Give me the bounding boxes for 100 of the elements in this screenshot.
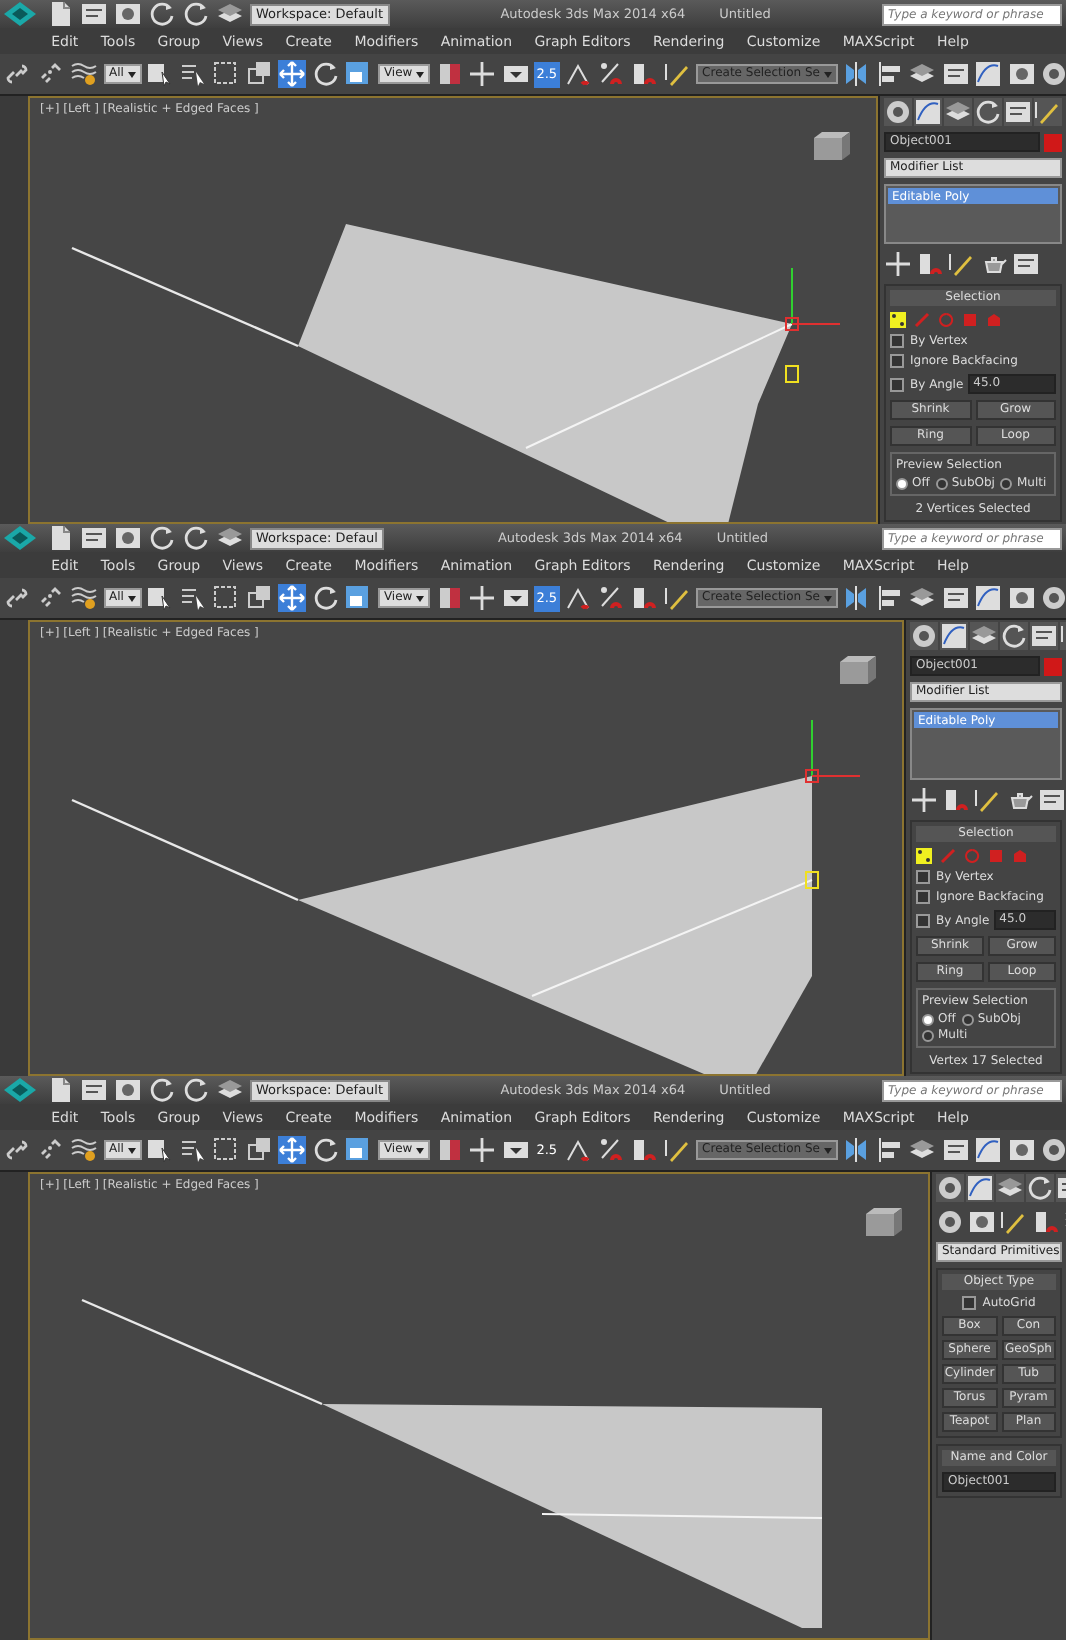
render-setup-icon[interactable] xyxy=(1040,60,1066,88)
align-icon[interactable] xyxy=(875,584,904,612)
spinner-snap-icon[interactable] xyxy=(630,1136,659,1164)
material-editor-icon[interactable] xyxy=(1007,1136,1036,1164)
unlink-icon[interactable] xyxy=(37,1136,65,1164)
link-icon[interactable] xyxy=(4,584,32,612)
project-folder-icon[interactable] xyxy=(216,1076,244,1104)
select-by-name-icon[interactable] xyxy=(179,60,208,88)
project-folder-icon[interactable] xyxy=(216,0,244,28)
rotate-icon[interactable] xyxy=(311,1136,340,1164)
open-file-icon[interactable] xyxy=(80,524,108,552)
edit-named-selection-icon[interactable] xyxy=(663,1136,692,1164)
percent-snap-icon[interactable] xyxy=(597,1136,626,1164)
selected-vertex-marker[interactable] xyxy=(785,365,799,383)
hierarchy-tab-icon[interactable] xyxy=(996,1174,1024,1202)
app-logo-icon[interactable] xyxy=(0,1076,40,1104)
save-icon[interactable] xyxy=(114,524,142,552)
utilities-tab-icon[interactable] xyxy=(1034,98,1062,126)
align-icon[interactable] xyxy=(875,60,904,88)
curve-editor-icon[interactable] xyxy=(974,584,1003,612)
pin-stack-icon[interactable] xyxy=(910,786,938,814)
edit-named-selection-icon[interactable] xyxy=(663,584,692,612)
pin-stack-icon[interactable] xyxy=(884,250,912,278)
rotate-icon[interactable] xyxy=(311,584,340,612)
configure-sets-icon[interactable] xyxy=(1012,250,1040,278)
line-edge[interactable] xyxy=(71,246,299,348)
edit-named-selection-icon[interactable] xyxy=(663,60,692,88)
curve-editor-icon[interactable] xyxy=(974,1136,1003,1164)
undo-icon[interactable] xyxy=(148,1076,176,1104)
make-unique-icon[interactable] xyxy=(948,250,976,278)
material-editor-icon[interactable] xyxy=(1007,584,1036,612)
angle-snap-icon[interactable] xyxy=(564,584,593,612)
move-icon[interactable] xyxy=(278,60,307,88)
select-by-name-icon[interactable] xyxy=(179,584,208,612)
line-edge[interactable] xyxy=(71,798,299,902)
modify-tab-icon[interactable] xyxy=(940,622,968,650)
percent-snap-icon[interactable] xyxy=(597,584,626,612)
open-file-icon[interactable] xyxy=(80,1076,108,1104)
select-object-icon[interactable] xyxy=(146,1136,175,1164)
material-editor-icon[interactable] xyxy=(1007,60,1036,88)
geometry-icon[interactable] xyxy=(936,1208,964,1236)
motion-tab-icon[interactable] xyxy=(974,98,1002,126)
bind-space-warp-icon[interactable] xyxy=(70,1136,98,1164)
scale-icon[interactable] xyxy=(344,1136,373,1164)
layer-icon[interactable] xyxy=(908,60,937,88)
pivot-center-icon[interactable] xyxy=(435,60,464,88)
curve-editor-icon[interactable] xyxy=(974,60,1003,88)
view-cube-icon[interactable] xyxy=(860,1206,904,1242)
object-color-swatch[interactable] xyxy=(1044,657,1062,675)
select-object-icon[interactable] xyxy=(146,584,175,612)
link-icon[interactable] xyxy=(4,1136,32,1164)
link-icon[interactable] xyxy=(4,60,32,88)
hierarchy-tab-icon[interactable] xyxy=(970,622,998,650)
rectangle-selection-icon[interactable] xyxy=(212,60,241,88)
unlink-icon[interactable] xyxy=(37,60,65,88)
app-logo-icon[interactable] xyxy=(0,0,40,28)
rotate-icon[interactable] xyxy=(311,60,340,88)
motion-tab-icon[interactable] xyxy=(1000,622,1028,650)
new-file-icon[interactable] xyxy=(46,0,74,28)
display-tab-icon[interactable] xyxy=(1004,98,1032,126)
move-icon[interactable] xyxy=(278,1136,307,1164)
mirror-icon[interactable] xyxy=(842,584,871,612)
manipulate-icon[interactable] xyxy=(468,584,497,612)
layer-icon[interactable] xyxy=(908,584,937,612)
scale-icon[interactable] xyxy=(344,584,373,612)
bind-space-warp-icon[interactable] xyxy=(70,584,98,612)
object-color-swatch[interactable] xyxy=(1044,133,1062,151)
hierarchy-tab-icon[interactable] xyxy=(944,98,972,126)
unlink-icon[interactable] xyxy=(37,584,65,612)
keyboard-shortcut-icon[interactable] xyxy=(501,1136,530,1164)
rectangle-selection-icon[interactable] xyxy=(212,1136,241,1164)
plane-mesh[interactable] xyxy=(322,1404,822,1628)
display-tab-icon[interactable] xyxy=(1030,622,1058,650)
lights-icon[interactable] xyxy=(1000,1208,1028,1236)
render-setup-icon[interactable] xyxy=(1040,584,1066,612)
modify-tab-icon[interactable] xyxy=(914,98,942,126)
window-crossing-icon[interactable] xyxy=(245,60,274,88)
spinner-snap-icon[interactable] xyxy=(630,584,659,612)
scene-explorer-icon[interactable] xyxy=(941,584,970,612)
save-icon[interactable] xyxy=(114,0,142,28)
mirror-icon[interactable] xyxy=(842,1136,871,1164)
mirror-icon[interactable] xyxy=(842,60,871,88)
pivot-center-icon[interactable] xyxy=(435,1136,464,1164)
create-tab-icon[interactable] xyxy=(910,622,938,650)
render-setup-icon[interactable] xyxy=(1040,1136,1066,1164)
manipulate-icon[interactable] xyxy=(468,1136,497,1164)
vertex-level-icon[interactable] xyxy=(916,848,932,864)
spinner-snap-icon[interactable] xyxy=(630,60,659,88)
select-object-icon[interactable] xyxy=(146,60,175,88)
window-crossing-icon[interactable] xyxy=(245,584,274,612)
show-end-result-icon[interactable] xyxy=(942,786,970,814)
bind-space-warp-icon[interactable] xyxy=(70,60,98,88)
make-unique-icon[interactable] xyxy=(974,786,1002,814)
app-logo-icon[interactable] xyxy=(0,524,40,552)
save-icon[interactable] xyxy=(114,1076,142,1104)
new-file-icon[interactable] xyxy=(46,1076,74,1104)
scene-explorer-icon[interactable] xyxy=(941,1136,970,1164)
redo-icon[interactable] xyxy=(182,0,210,28)
layer-icon[interactable] xyxy=(908,1136,937,1164)
shapes-icon[interactable] xyxy=(968,1208,996,1236)
